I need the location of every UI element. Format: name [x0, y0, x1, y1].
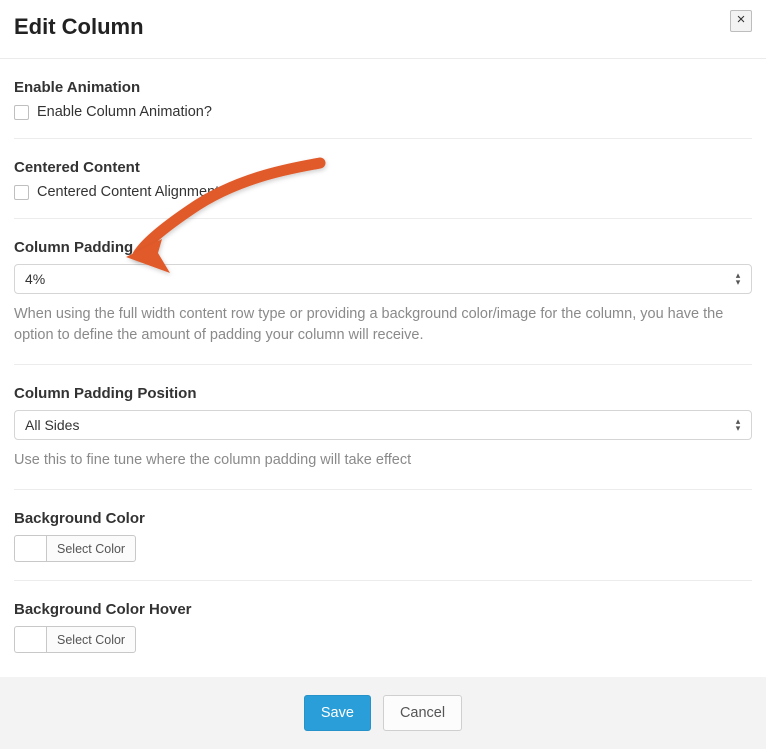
save-button[interactable]: Save — [304, 695, 371, 731]
cancel-button[interactable]: Cancel — [383, 695, 462, 731]
modal-header: Edit Column × — [0, 0, 766, 59]
column-padding-position-select[interactable]: All Sides ▴▾ — [14, 410, 752, 440]
close-icon: × — [737, 11, 746, 28]
cancel-label: Cancel — [400, 705, 445, 721]
section-title: Column Padding — [14, 239, 752, 256]
background-color-picker[interactable]: Select Color — [14, 535, 752, 562]
color-swatch[interactable] — [14, 626, 46, 653]
column-padding-helper: When using the full width content row ty… — [14, 304, 752, 346]
section-title: Column Padding Position — [14, 385, 752, 402]
edit-column-modal: Edit Column × Enable Animation Enable Co… — [0, 0, 766, 749]
section-title: Background Color Hover — [14, 601, 752, 618]
column-padding-value: 4% — [25, 271, 45, 287]
column-padding-position-value: All Sides — [25, 417, 79, 433]
select-color-label: Select Color — [57, 542, 125, 556]
section-title: Enable Animation — [14, 79, 752, 96]
select-arrows-icon: ▴▾ — [731, 416, 745, 434]
close-button[interactable]: × — [730, 10, 752, 32]
select-arrows-icon: ▴▾ — [731, 270, 745, 288]
modal-body: Enable Animation Enable Column Animation… — [0, 59, 766, 671]
section-centered-content: Centered Content Centered Content Alignm… — [14, 139, 752, 219]
centered-content-label: Centered Content Alignment — [37, 184, 219, 200]
column-padding-position-helper: Use this to fine tune where the column p… — [14, 450, 752, 471]
modal-footer: Save Cancel — [0, 677, 766, 749]
modal-title: Edit Column — [14, 14, 752, 40]
enable-animation-checkbox-row[interactable]: Enable Column Animation? — [14, 104, 752, 120]
section-column-padding-position: Column Padding Position All Sides ▴▾ Use… — [14, 365, 752, 490]
section-background-color: Background Color Select Color — [14, 490, 752, 581]
color-swatch[interactable] — [14, 535, 46, 562]
centered-content-checkbox-row[interactable]: Centered Content Alignment — [14, 184, 752, 200]
section-enable-animation: Enable Animation Enable Column Animation… — [14, 59, 752, 139]
enable-animation-label: Enable Column Animation? — [37, 104, 212, 120]
section-column-padding: Column Padding 4% ▴▾ When using the full… — [14, 219, 752, 365]
select-color-button[interactable]: Select Color — [46, 535, 136, 562]
centered-content-checkbox[interactable] — [14, 185, 29, 200]
save-label: Save — [321, 705, 354, 721]
section-title: Background Color — [14, 510, 752, 527]
enable-animation-checkbox[interactable] — [14, 105, 29, 120]
column-padding-select[interactable]: 4% ▴▾ — [14, 264, 752, 294]
select-color-button[interactable]: Select Color — [46, 626, 136, 653]
section-title: Centered Content — [14, 159, 752, 176]
select-color-label: Select Color — [57, 633, 125, 647]
background-color-hover-picker[interactable]: Select Color — [14, 626, 752, 653]
section-background-color-hover: Background Color Hover Select Color — [14, 581, 752, 671]
